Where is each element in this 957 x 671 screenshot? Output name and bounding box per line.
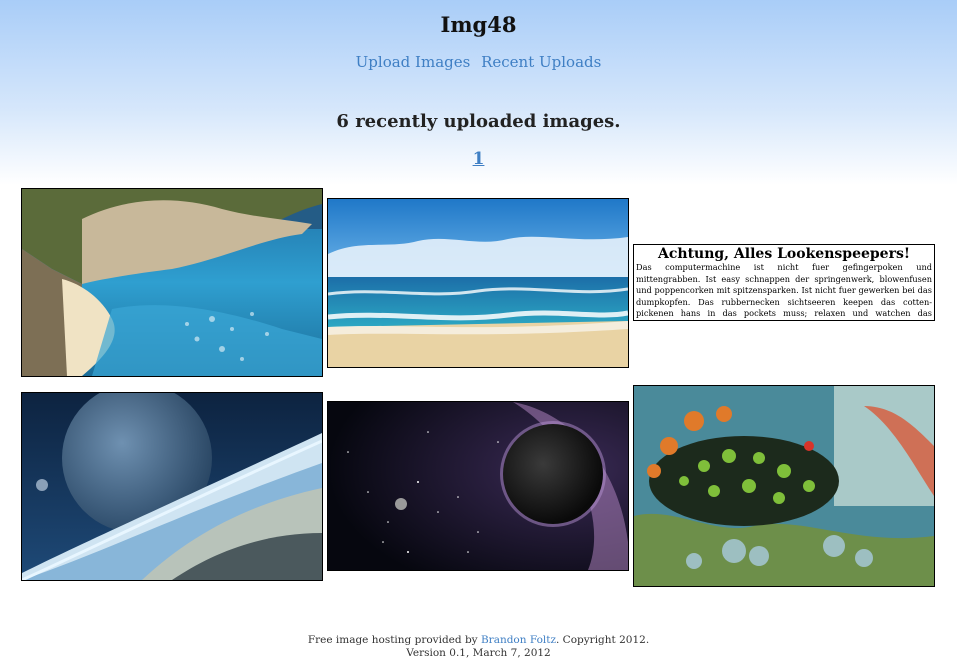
- page-link-1[interactable]: 1: [473, 149, 485, 169]
- footer-prefix: Free image hosting provided by: [307, 634, 481, 646]
- image-thumbnail-beach-cove[interactable]: [21, 188, 323, 377]
- recent-uploads-heading: 6 recently uploaded images.: [336, 111, 621, 132]
- image-thumbnail-ocean-waves[interactable]: [327, 198, 629, 368]
- image-thumbnail-warning-sign[interactable]: Achtung, Alles Lookenspeepers! Das compu…: [633, 244, 935, 321]
- footer-version: Version 0.1, March 7, 2012: [406, 647, 551, 659]
- footer-credit-line: Free image hosting provided by Brandon F…: [0, 634, 957, 647]
- site-title: Img48: [440, 12, 517, 37]
- planet-clouds-image: [22, 393, 322, 580]
- image-thumbnail-sea-slug[interactable]: [633, 385, 935, 587]
- pagination: 1: [0, 149, 957, 169]
- footer-author-link[interactable]: Brandon Foltz: [481, 634, 556, 646]
- site-footer: Free image hosting provided by Brandon F…: [0, 634, 957, 660]
- image-thumbnail-dark-planet[interactable]: [327, 401, 629, 571]
- main-nav: Upload Images Recent Uploads: [0, 53, 957, 71]
- nav-upload-images-link[interactable]: Upload Images: [356, 53, 471, 71]
- image-thumbnail-planet-clouds[interactable]: [21, 392, 323, 581]
- footer-suffix: . Copyright 2012.: [556, 634, 650, 646]
- warning-sign-title: Achtung, Alles Lookenspeepers!: [658, 246, 910, 262]
- sea-slug-image: [634, 386, 934, 586]
- warning-sign-body: Das computermachine ist nicht fuer gefin…: [636, 262, 932, 320]
- beach-cove-image: [22, 189, 322, 376]
- nav-recent-uploads-link[interactable]: Recent Uploads: [481, 53, 601, 71]
- dark-planet-image: [328, 402, 628, 570]
- ocean-waves-image: [328, 199, 628, 367]
